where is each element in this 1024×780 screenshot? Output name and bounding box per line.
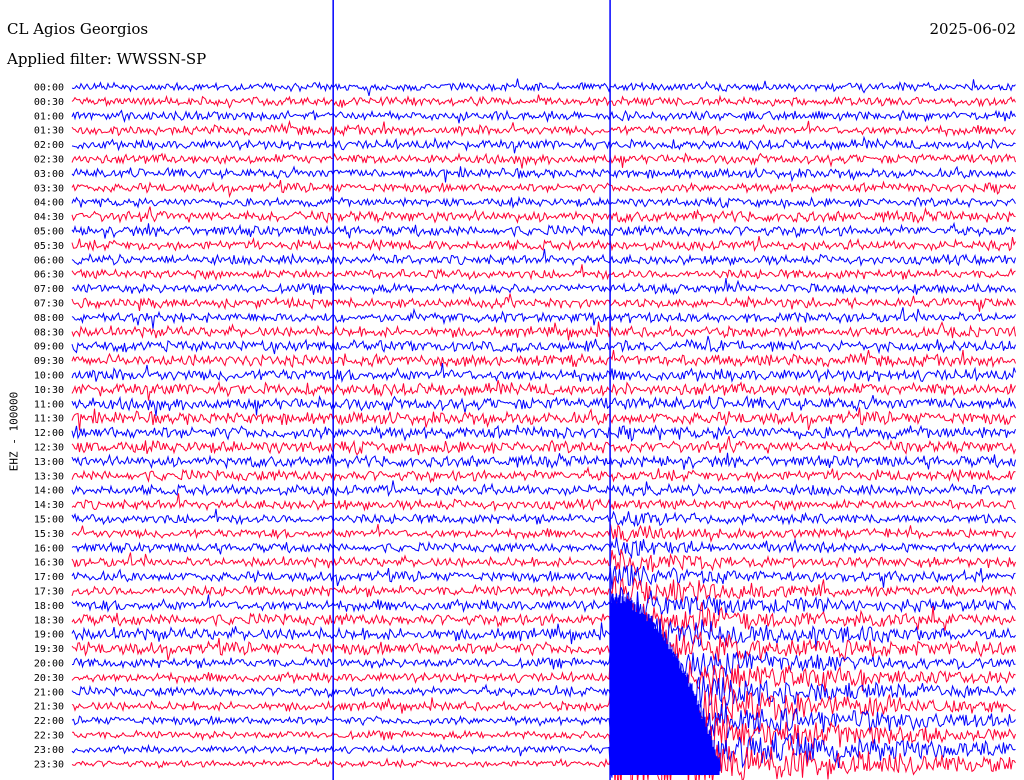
row-label: 09:30 <box>34 356 64 367</box>
trace-row <box>71 349 1016 369</box>
row-label: 15:30 <box>34 529 64 540</box>
trace-row <box>71 321 1016 341</box>
trace-row <box>71 307 1016 329</box>
trace-row <box>71 179 1016 199</box>
trace-row <box>71 221 1016 239</box>
row-label: 20:00 <box>34 659 64 670</box>
trace-row <box>71 493 1016 512</box>
row-label: 22:00 <box>34 716 64 727</box>
trace-row <box>71 549 1016 575</box>
row-label: 19:00 <box>34 630 64 641</box>
trace-row <box>71 293 1016 312</box>
trace-row <box>71 537 1016 560</box>
row-label: 21:00 <box>34 687 64 698</box>
trace-row <box>71 523 1016 543</box>
trace-row <box>71 109 1016 124</box>
trace-row <box>71 278 1016 296</box>
row-label: 10:00 <box>34 371 64 382</box>
trace-row <box>71 407 1016 431</box>
row-label: 23:00 <box>34 745 64 756</box>
row-label: 01:00 <box>34 111 64 122</box>
row-label: 03:30 <box>34 183 64 194</box>
row-label: 11:00 <box>34 399 64 410</box>
row-label: 11:30 <box>34 414 64 425</box>
trace-row <box>71 424 1016 443</box>
trace-row <box>71 335 1016 355</box>
row-label: 09:00 <box>34 342 64 353</box>
row-label: 18:00 <box>34 601 64 612</box>
trace-row <box>71 119 1016 138</box>
trace-row <box>72 712 1016 762</box>
row-label: 08:00 <box>34 313 64 324</box>
trace-row <box>71 94 1016 109</box>
row-label: 06:00 <box>34 255 64 266</box>
trace-row <box>71 152 1016 169</box>
row-label: 16:30 <box>34 558 64 569</box>
row-label: 00:00 <box>34 83 64 94</box>
row-label: 02:30 <box>34 155 64 166</box>
row-label: 17:30 <box>34 587 64 598</box>
row-label: 08:30 <box>34 327 64 338</box>
seismogram-plot: 00:00 00:30 01:00 01:30 02:00 02:30 03:00 03:30… <box>34 0 1016 780</box>
row-label: 17:00 <box>34 572 64 583</box>
row-label: 02:00 <box>34 140 64 151</box>
row-label: 06:30 <box>34 270 64 281</box>
trace-row <box>71 264 1016 281</box>
row-label: 04:00 <box>34 198 64 209</box>
trace-row <box>71 466 1016 484</box>
row-label: 16:00 <box>34 543 64 554</box>
trace-row <box>71 78 1016 97</box>
trace-row <box>71 206 1016 225</box>
trace-row <box>71 508 1016 528</box>
row-label: 01:30 <box>34 126 64 137</box>
row-label: 13:00 <box>34 457 64 468</box>
row-label: 21:30 <box>34 702 64 713</box>
trace-row <box>71 718 1016 778</box>
row-label: 22:30 <box>34 731 64 742</box>
trace-row <box>71 394 1016 417</box>
row-label: 13:30 <box>34 471 64 482</box>
row-label: 12:30 <box>34 443 64 454</box>
row-label: 07:00 <box>34 284 64 295</box>
trace-row <box>71 730 1016 780</box>
trace-row <box>71 435 1016 456</box>
row-label: 07:30 <box>34 299 64 310</box>
trace-row <box>71 195 1016 210</box>
row-label: 04:30 <box>34 212 64 223</box>
tick-labels-group: 00:00 00:30 01:00 01:30 02:00 02:30 03:00 03:30… <box>34 83 64 771</box>
row-label: 10:30 <box>34 385 64 396</box>
row-label: 03:00 <box>34 169 64 180</box>
row-label: 05:00 <box>34 227 64 238</box>
row-label: 20:30 <box>34 673 64 684</box>
row-label: 05:30 <box>34 241 64 252</box>
row-label: 00:30 <box>34 97 64 108</box>
row-label: 23:30 <box>34 759 64 770</box>
trace-row <box>71 248 1016 267</box>
trace-row <box>71 565 1016 590</box>
trace-row <box>71 363 1016 384</box>
row-label: 18:30 <box>34 615 64 626</box>
row-label: 14:30 <box>34 500 64 511</box>
trace-row <box>71 165 1016 183</box>
trace-row <box>71 452 1016 470</box>
trace-row <box>71 236 1016 252</box>
row-label: 19:30 <box>34 644 64 655</box>
row-label: 15:00 <box>34 515 64 526</box>
traces-group <box>71 0 1016 780</box>
row-label: 14:00 <box>34 486 64 497</box>
trace-row <box>71 480 1016 498</box>
row-label: 12:00 <box>34 428 64 439</box>
trace-row <box>71 135 1016 154</box>
trace-row <box>71 575 1016 606</box>
